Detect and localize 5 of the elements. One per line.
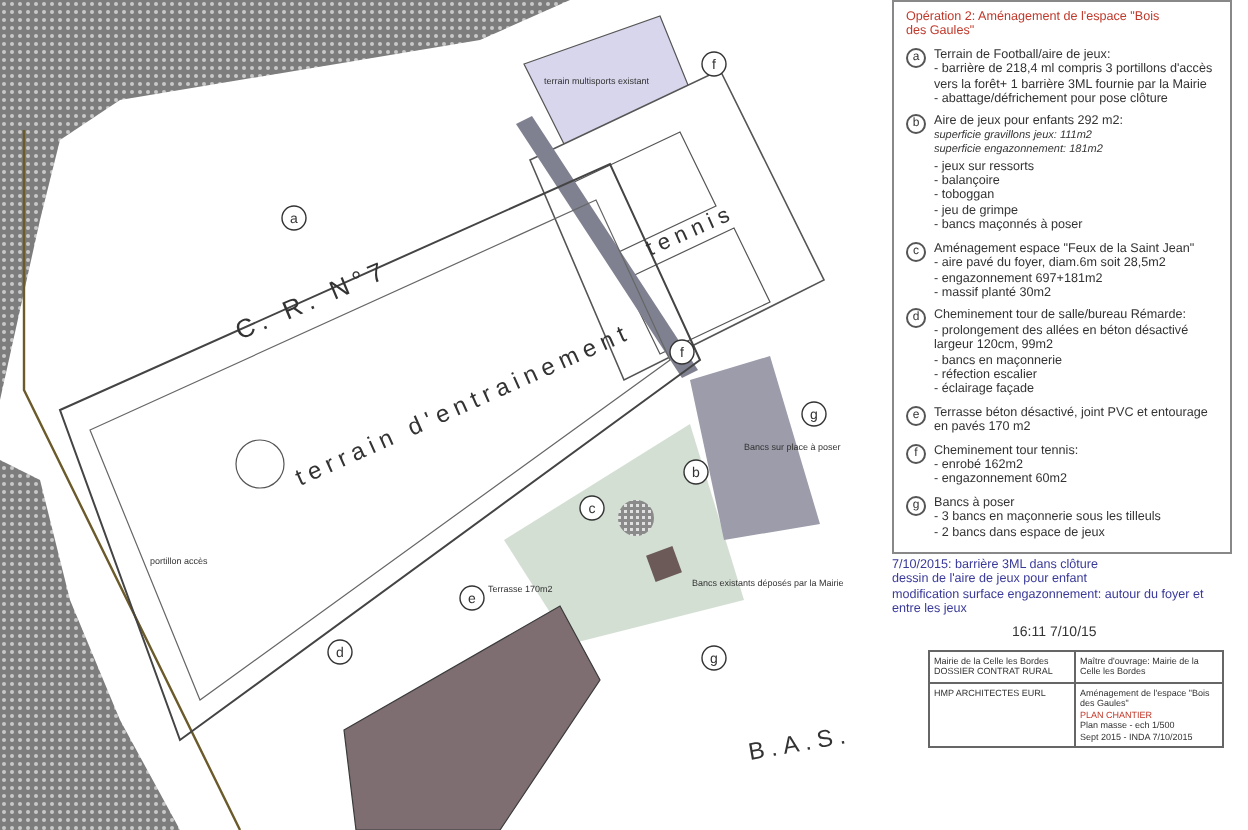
center-circle xyxy=(235,439,285,489)
plan-label: C. R. N°7 xyxy=(230,253,394,346)
kiosk-roof xyxy=(646,546,682,582)
fire-pit xyxy=(618,500,654,536)
plan-label: B.A.S. xyxy=(746,720,854,766)
